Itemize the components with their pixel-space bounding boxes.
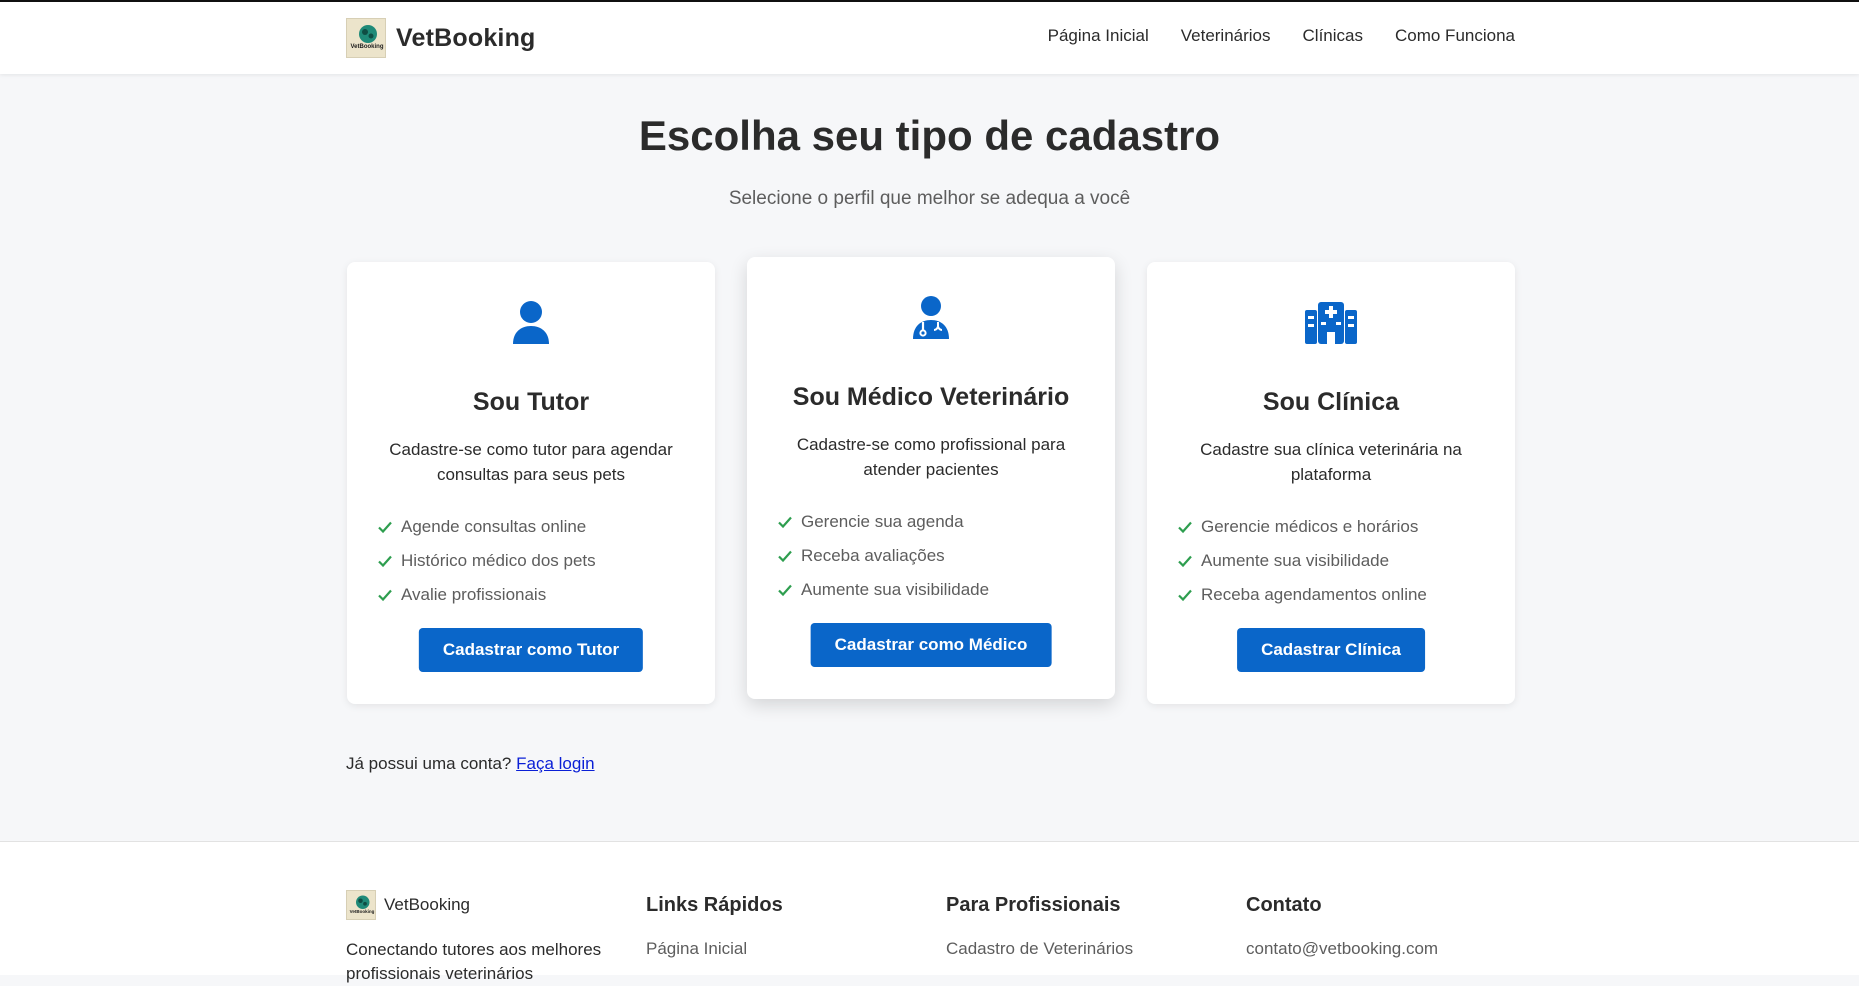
feature-item: Histórico médico dos pets (377, 544, 697, 578)
login-prompt-text: Já possui uma conta? (346, 754, 512, 773)
register-medico-button[interactable]: Cadastrar como Médico (810, 623, 1052, 667)
check-icon (378, 589, 392, 602)
feature-item: Receba agendamentos online (1177, 578, 1497, 612)
feature-list: Gerencie sua agenda Receba avaliações Au… (777, 505, 1097, 607)
feature-text: Gerencie sua agenda (801, 512, 964, 531)
check-icon (1178, 521, 1192, 534)
feature-item: Gerencie médicos e horários (1177, 510, 1497, 544)
site-header: VetBooking VetBooking Página Inicial Vet… (0, 2, 1859, 74)
footer-heading: Links Rápidos (646, 894, 783, 916)
nav-link-como-funciona[interactable]: Como Funciona (1395, 26, 1515, 46)
card-medico: Sou Médico Veterinário Cadastre-se como … (747, 257, 1115, 699)
svg-text:VetBooking: VetBooking (350, 44, 383, 50)
feature-list: Gerencie médicos e horários Aumente sua … (1177, 510, 1497, 612)
check-icon (1178, 589, 1192, 602)
feature-text: Avalie profissionais (401, 585, 547, 604)
card-title: Sou Médico Veterinário (792, 383, 1070, 411)
check-icon (1178, 555, 1192, 568)
card-tutor: Sou Tutor Cadastre-se como tutor para ag… (347, 262, 715, 704)
brand-name: VetBooking (396, 23, 536, 52)
check-icon (378, 521, 392, 534)
check-icon (378, 555, 392, 568)
feature-item: Aumente sua visibilidade (1177, 544, 1497, 578)
hospital-icon (1147, 300, 1515, 344)
feature-text: Gerencie médicos e horários (1201, 517, 1419, 536)
feature-item: Receba avaliações (777, 539, 1097, 573)
card-description: Cadastre sua clínica veterinária na plat… (1200, 440, 1462, 484)
feature-item: Aumente sua visibilidade (777, 573, 1097, 607)
nav-link-clinicas[interactable]: Clínicas (1303, 26, 1363, 46)
feature-list: Agende consultas online Histórico médico… (377, 510, 697, 612)
card-description: Cadastre-se como tutor para agendar cons… (389, 440, 673, 484)
feature-text: Receba avaliações (801, 546, 945, 565)
footer-professionals: Para Profissionais Cadastro de Veterinár… (946, 894, 1133, 959)
page-title: Escolha seu tipo de cadastro (638, 112, 1221, 159)
feature-text: Agende consultas online (401, 517, 587, 536)
feature-item: Agende consultas online (377, 510, 697, 544)
card-description: Cadastre-se como profissional para atend… (796, 435, 1066, 479)
feature-item: Avalie profissionais (377, 578, 697, 612)
user-doctor-icon (747, 295, 1115, 339)
feature-text: Aumente sua visibilidade (801, 580, 990, 599)
footer-link-pagina-inicial[interactable]: Página Inicial (646, 939, 783, 959)
site-footer: VetBooking VetBooking Conectando tutores… (0, 841, 1859, 983)
feature-text: Histórico médico dos pets (401, 551, 596, 570)
footer-contact: Contato contato@vetbooking.com (1246, 894, 1438, 959)
nav-link-veterinarios[interactable]: Veterinários (1181, 26, 1271, 46)
feature-text: Aumente sua visibilidade (1201, 551, 1390, 570)
nav-link-pagina-inicial[interactable]: Página Inicial (1048, 26, 1149, 46)
user-icon (347, 300, 715, 344)
check-icon (778, 584, 792, 597)
main-nav: Página Inicial Veterinários Clínicas Com… (1048, 26, 1515, 46)
feature-item: Gerencie sua agenda (777, 505, 1097, 539)
footer-brand-name: VetBooking (384, 895, 471, 914)
login-link[interactable]: Faça login (516, 754, 594, 773)
check-icon (778, 516, 792, 529)
footer-quick-links: Links Rápidos Página Inicial (646, 894, 783, 959)
card-clinica: Sou Clínica Cadastre sua clínica veterin… (1147, 262, 1515, 704)
footer-brand-column: VetBooking VetBooking Conectando tutores… (346, 890, 626, 986)
footer-brand[interactable]: VetBooking VetBooking (346, 890, 626, 920)
register-tutor-button[interactable]: Cadastrar como Tutor (418, 628, 644, 672)
check-icon (778, 550, 792, 563)
footer-link-cadastro-veterinarios[interactable]: Cadastro de Veterinários (946, 939, 1133, 959)
footer-contact-email[interactable]: contato@vetbooking.com (1246, 939, 1438, 959)
footer-tagline: Conectando tutores aos melhores profissi… (346, 940, 602, 983)
feature-text: Receba agendamentos online (1201, 585, 1427, 604)
vetbooking-logo: VetBooking (346, 890, 376, 920)
card-title: Sou Tutor (472, 388, 590, 416)
footer-heading: Contato (1246, 894, 1322, 916)
svg-text:VetBooking: VetBooking (350, 909, 375, 914)
vetbooking-logo: VetBooking (346, 18, 386, 58)
page-subtitle: Selecione o perfil que melhor se adequa … (728, 188, 1131, 209)
login-prompt-row: Já possui uma conta? Faça login (346, 754, 595, 774)
footer-heading: Para Profissionais (946, 894, 1121, 916)
brand-logo-link[interactable]: VetBooking VetBooking (346, 18, 536, 58)
register-clinica-button[interactable]: Cadastrar Clínica (1237, 628, 1425, 672)
card-title: Sou Clínica (1262, 388, 1400, 416)
